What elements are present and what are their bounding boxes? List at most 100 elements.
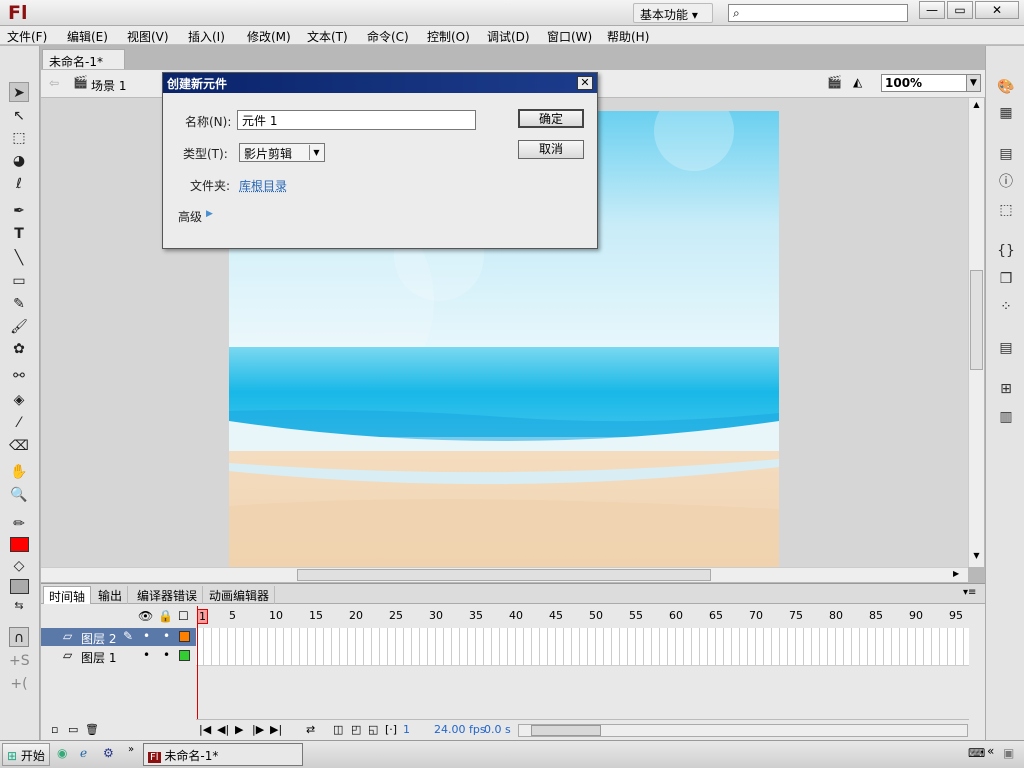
prev-frame-icon[interactable]: ◀| xyxy=(217,723,229,736)
tab-output[interactable]: 输出 xyxy=(93,586,129,604)
loop-icon[interactable]: ⇄ xyxy=(306,723,315,736)
edit-multiple-icon[interactable]: ◱ xyxy=(368,723,378,736)
document-tab[interactable]: 未命名-1* × xyxy=(42,49,125,84)
menu-view[interactable]: 视图(V) xyxy=(127,28,169,45)
library-root-link[interactable]: 库根目录 xyxy=(239,177,287,194)
workspace-switcher[interactable]: 基本功能 ▾ xyxy=(633,3,713,23)
layer-row[interactable]: ▱ 图层 2 ✎ • • xyxy=(41,628,196,646)
menu-text[interactable]: 文本(T) xyxy=(307,28,348,45)
timeline-scroll-thumb[interactable] xyxy=(531,725,601,736)
rectangle-tool-icon[interactable]: ▭ xyxy=(9,271,29,291)
brush-tool-icon[interactable]: 🖌 xyxy=(9,317,29,337)
swatches-panel-icon[interactable]: ▦ xyxy=(995,102,1017,124)
transform-panel-icon[interactable]: ⬚ xyxy=(995,199,1017,221)
settings-icon[interactable]: ⚙ xyxy=(103,746,114,760)
outline-icon[interactable]: ☐ xyxy=(178,609,189,623)
expand-arrow-icon[interactable]: ▶ xyxy=(206,209,213,219)
playhead[interactable] xyxy=(197,606,198,719)
menu-help[interactable]: 帮助(H) xyxy=(607,28,649,45)
free-transform-tool-icon[interactable]: ⬚ xyxy=(9,128,29,148)
bone-tool-icon[interactable]: ⚯ xyxy=(9,366,29,386)
zoom-select[interactable]: 100% ▼ xyxy=(881,74,981,92)
snap-to-objects-icon[interactable]: ∩ xyxy=(9,627,29,647)
eraser-tool-icon[interactable]: ⌫ xyxy=(9,436,29,456)
taskbar-window-button[interactable]: Fl 未命名-1* xyxy=(143,743,303,766)
properties-panel-icon[interactable]: ⊞ xyxy=(995,378,1017,400)
pen-tool-icon[interactable]: ✒ xyxy=(9,201,29,221)
new-folder-icon[interactable]: ▭ xyxy=(68,723,78,736)
motion-presets-icon[interactable]: ⁘ xyxy=(995,296,1017,318)
advanced-label[interactable]: 高级 xyxy=(178,208,202,225)
deco-tool-icon[interactable]: ✿ xyxy=(9,339,29,359)
swap-colors-icon[interactable]: ⇆ xyxy=(9,596,29,616)
fill-color-icon[interactable]: ◇ xyxy=(9,556,29,576)
vertical-scroll-thumb[interactable] xyxy=(970,270,983,370)
lock-icon[interactable]: 🔒 xyxy=(158,609,173,623)
menu-edit[interactable]: 编辑(E) xyxy=(67,28,108,45)
subselection-tool-icon[interactable]: ↖ xyxy=(9,106,29,126)
menu-window[interactable]: 窗口(W) xyxy=(547,28,592,45)
menu-file[interactable]: 文件(F) xyxy=(7,28,47,45)
tray-expand-icon[interactable]: « xyxy=(987,744,994,758)
next-frame-icon[interactable]: |▶ xyxy=(252,723,264,736)
scroll-right-icon[interactable]: ▶ xyxy=(953,569,959,578)
layer-row[interactable]: ▱ 图层 1 • • xyxy=(41,647,196,665)
frame-rate[interactable]: 24.00 fps xyxy=(434,723,486,736)
history-panel-icon[interactable]: ▥ xyxy=(995,406,1017,428)
3d-rotation-tool-icon[interactable]: ◕ xyxy=(9,151,29,171)
layer-color-swatch[interactable] xyxy=(179,631,190,642)
info-panel-icon[interactable]: ⓘ xyxy=(995,171,1017,193)
horizontal-scrollbar[interactable]: ▶ xyxy=(41,567,968,582)
layer-color-swatch[interactable] xyxy=(179,650,190,661)
straighten-icon[interactable]: +( xyxy=(9,674,29,694)
align-panel-icon[interactable]: ▤ xyxy=(995,143,1017,165)
code-snippets-icon[interactable]: {} xyxy=(995,240,1017,262)
tab-compiler-errors[interactable]: 编译器错误 xyxy=(132,586,204,604)
menu-commands[interactable]: 命令(C) xyxy=(367,28,409,45)
tab-timeline[interactable]: 时间轴 xyxy=(43,586,92,604)
edit-scene-icon[interactable]: 🎬 xyxy=(827,75,842,89)
first-frame-icon[interactable]: |◀ xyxy=(199,723,211,736)
components-panel-icon[interactable]: ❒ xyxy=(995,268,1017,290)
tab-motion-editor[interactable]: 动画编辑器 xyxy=(204,586,276,604)
eyedropper-tool-icon[interactable]: ⁄ xyxy=(9,413,29,433)
panel-menu-icon[interactable]: ▾≡ xyxy=(963,587,976,598)
onion-skin-icon[interactable]: ◫ xyxy=(333,723,343,736)
onion-outline-icon[interactable]: ◰ xyxy=(351,723,361,736)
menu-control[interactable]: 控制(O) xyxy=(427,28,470,45)
scroll-down-icon[interactable]: ▼ xyxy=(970,551,983,563)
start-button[interactable]: ⊞ 开始 xyxy=(2,743,50,766)
current-frame[interactable]: 1 xyxy=(403,723,410,736)
color-panel-icon[interactable]: 🎨 xyxy=(995,76,1017,98)
pencil-tool-icon[interactable]: ✎ xyxy=(9,294,29,314)
horizontal-scroll-thumb[interactable] xyxy=(297,569,711,581)
ie-icon[interactable]: ℯ xyxy=(80,746,87,760)
chrome-icon[interactable]: ◉ xyxy=(57,746,67,760)
back-arrow-icon[interactable]: ⇦ xyxy=(49,76,59,90)
eye-icon[interactable]: 👁 xyxy=(138,609,153,623)
selection-tool-icon[interactable]: ➤ xyxy=(9,82,29,102)
edit-symbols-icon[interactable]: ◭ xyxy=(853,75,862,89)
symbol-type-select[interactable]: 影片剪辑 ▼ xyxy=(239,143,325,162)
keyboard-icon[interactable]: ⌨ xyxy=(968,746,985,760)
quicklaunch-chevron-icon[interactable]: » xyxy=(128,744,134,755)
paint-bucket-tool-icon[interactable]: ◈ xyxy=(9,390,29,410)
timeline-hscroll[interactable] xyxy=(518,724,968,737)
delete-layer-icon[interactable]: 🗑 xyxy=(85,723,99,736)
fill-color-swatch[interactable] xyxy=(10,579,29,594)
network-icon[interactable]: ▣ xyxy=(1003,746,1014,760)
line-tool-icon[interactable]: ╲ xyxy=(9,248,29,268)
chevron-down-icon[interactable]: ▼ xyxy=(309,145,323,160)
minimize-button[interactable]: — xyxy=(919,1,945,19)
library-panel-icon[interactable]: ▤ xyxy=(995,337,1017,359)
ok-button[interactable]: 确定 xyxy=(518,109,584,128)
menu-debug[interactable]: 调试(D) xyxy=(487,28,530,45)
lasso-tool-icon[interactable]: ℓ xyxy=(9,174,29,194)
new-layer-icon[interactable]: ▫ xyxy=(51,723,58,736)
close-icon[interactable]: ✕ xyxy=(577,76,593,90)
smooth-icon[interactable]: +S xyxy=(9,651,30,671)
hand-tool-icon[interactable]: ✋ xyxy=(9,462,29,482)
modify-markers-icon[interactable]: [·] xyxy=(385,723,397,736)
stroke-color-icon[interactable]: ✏ xyxy=(9,514,29,534)
maximize-button[interactable]: ▭ xyxy=(947,1,973,19)
